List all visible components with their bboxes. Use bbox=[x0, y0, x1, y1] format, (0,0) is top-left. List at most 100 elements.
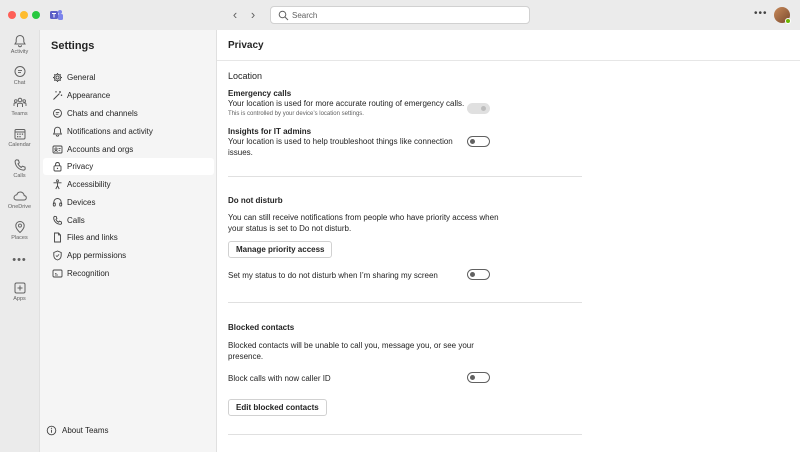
sidebar-item-appearance[interactable]: Appearance bbox=[43, 87, 214, 104]
rail-label: Places bbox=[11, 235, 28, 241]
block-calls-toggle[interactable] bbox=[467, 372, 490, 383]
sidebar-item-privacy[interactable]: Privacy bbox=[43, 158, 214, 175]
more-apps-icon[interactable]: ••• bbox=[0, 254, 39, 266]
sidebar-item-label: Devices bbox=[67, 198, 96, 207]
dnd-description-line-2: your status is set to Do not disturb. bbox=[228, 224, 352, 233]
blocked-description-line-2: presence. bbox=[228, 352, 264, 361]
emergency-calls-note: This is controlled by your device’s loca… bbox=[228, 111, 364, 117]
sidebar-title: Settings bbox=[51, 40, 95, 52]
rail-item-chat[interactable]: Chat bbox=[0, 65, 39, 86]
search-input[interactable]: Search bbox=[270, 6, 530, 24]
close-window-button[interactable] bbox=[8, 11, 16, 19]
dnd-description-line-1: You can still receive notifications from… bbox=[228, 213, 499, 222]
rail-item-apps[interactable]: Apps bbox=[0, 281, 39, 302]
teams-logo-icon bbox=[50, 10, 63, 20]
rail-label: Calendar bbox=[8, 142, 31, 148]
teams-icon bbox=[13, 97, 26, 107]
emergency-calls-description: Your location is used for more accurate … bbox=[228, 99, 465, 108]
bell-icon bbox=[52, 126, 63, 137]
rail-item-activity[interactable]: Activity bbox=[0, 34, 39, 55]
bell-icon bbox=[13, 34, 26, 48]
rail-label: Activity bbox=[10, 49, 29, 55]
presence-available-icon bbox=[785, 18, 791, 24]
rail-label: Chat bbox=[13, 80, 26, 86]
sidebar-item-label: Calls bbox=[67, 216, 85, 225]
sidebar-item-label: Notifications and activity bbox=[67, 127, 153, 136]
dnd-sharing-label: Set my status to do not disturb when I’m… bbox=[228, 271, 438, 280]
minimize-window-button[interactable] bbox=[20, 11, 28, 19]
insights-description-line-1: Your location is used to help troublesho… bbox=[228, 137, 453, 146]
divider bbox=[228, 302, 582, 303]
page-title: Privacy bbox=[228, 40, 264, 51]
rail-item-calls[interactable]: Calls bbox=[0, 158, 39, 179]
phone-icon bbox=[53, 215, 63, 225]
app-rail: Activity Chat Teams Calendar Calls OneDr… bbox=[0, 30, 39, 452]
rail-label: Calls bbox=[13, 173, 26, 179]
section-heading-location: Location bbox=[228, 71, 263, 81]
title-bar: ‹ › Search ••• bbox=[0, 0, 800, 30]
chat-icon bbox=[53, 108, 62, 118]
document-icon bbox=[54, 232, 61, 243]
maximize-window-button[interactable] bbox=[32, 11, 40, 19]
sidebar-item-devices[interactable]: Devices bbox=[43, 194, 214, 211]
forward-arrow-icon[interactable]: › bbox=[246, 8, 260, 22]
lock-icon bbox=[53, 162, 62, 172]
sidebar-item-label: Accessibility bbox=[67, 180, 111, 189]
section-heading-blocked-contacts: Blocked contacts bbox=[228, 323, 295, 332]
sidebar-item-app-permissions[interactable]: App permissions bbox=[43, 247, 214, 264]
wand-icon bbox=[53, 91, 63, 100]
edit-blocked-contacts-button[interactable]: Edit blocked contacts bbox=[228, 399, 327, 416]
recognition-icon bbox=[52, 269, 63, 278]
sidebar-item-calls[interactable]: Calls bbox=[43, 212, 214, 229]
phone-icon bbox=[14, 159, 26, 171]
sidebar-item-label: Chats and channels bbox=[67, 109, 138, 118]
rail-label: Apps bbox=[13, 296, 26, 302]
manage-priority-access-button[interactable]: Manage priority access bbox=[228, 241, 333, 258]
privacy-settings-panel: Privacy Location Emergency calls Your lo… bbox=[216, 30, 800, 452]
insights-description-line-2: issues. bbox=[228, 148, 253, 157]
insights-toggle[interactable] bbox=[467, 136, 490, 147]
sidebar-item-label: Privacy bbox=[67, 162, 94, 171]
sidebar-item-label: Files and links bbox=[67, 233, 118, 242]
rail-item-calendar[interactable]: Calendar bbox=[0, 127, 39, 148]
headset-icon bbox=[52, 198, 63, 207]
search-placeholder: Search bbox=[292, 11, 318, 20]
sidebar-item-accounts-and-orgs[interactable]: Accounts and orgs bbox=[43, 141, 214, 158]
rail-item-places[interactable]: Places bbox=[0, 220, 39, 241]
about-teams-link[interactable]: About Teams bbox=[46, 424, 206, 438]
divider bbox=[228, 434, 582, 435]
sidebar-item-accessibility[interactable]: Accessibility bbox=[43, 176, 214, 193]
calendar-icon bbox=[14, 129, 25, 140]
panel-header: Privacy bbox=[217, 30, 800, 61]
divider bbox=[228, 176, 582, 177]
dnd-sharing-toggle[interactable] bbox=[467, 269, 490, 280]
places-icon bbox=[14, 220, 25, 234]
gear-icon bbox=[53, 73, 62, 82]
sidebar-item-label: General bbox=[67, 73, 96, 82]
emergency-calls-toggle[interactable] bbox=[467, 103, 490, 114]
cloud-icon bbox=[12, 191, 27, 201]
sidebar-item-label: Accounts and orgs bbox=[67, 145, 134, 154]
search-icon bbox=[278, 10, 289, 21]
person-card-icon bbox=[52, 145, 63, 154]
section-heading-do-not-disturb: Do not disturb bbox=[228, 196, 283, 205]
sidebar-item-chats-and-channels[interactable]: Chats and channels bbox=[43, 105, 214, 122]
emergency-calls-title: Emergency calls bbox=[228, 89, 292, 98]
rail-label: OneDrive bbox=[7, 204, 32, 210]
sidebar-item-notifications-and-activity[interactable]: Notifications and activity bbox=[43, 123, 214, 140]
rail-item-onedrive[interactable]: OneDrive bbox=[0, 189, 39, 210]
sidebar-item-general[interactable]: General bbox=[43, 69, 214, 86]
sidebar-item-label: Recognition bbox=[67, 269, 110, 278]
sidebar-item-recognition[interactable]: Recognition bbox=[43, 265, 214, 282]
apps-icon bbox=[14, 282, 25, 294]
sidebar-item-label: Appearance bbox=[67, 91, 111, 100]
accessibility-icon bbox=[53, 179, 62, 190]
back-arrow-icon[interactable]: ‹ bbox=[228, 8, 242, 22]
shield-icon bbox=[53, 250, 62, 261]
chat-icon bbox=[14, 66, 25, 77]
sidebar-item-files-and-links[interactable]: Files and links bbox=[43, 229, 214, 246]
rail-label: Teams bbox=[11, 111, 28, 117]
block-calls-label: Block calls with now caller ID bbox=[228, 374, 331, 383]
more-options-icon[interactable]: ••• bbox=[754, 9, 768, 19]
rail-item-teams[interactable]: Teams bbox=[0, 96, 39, 117]
